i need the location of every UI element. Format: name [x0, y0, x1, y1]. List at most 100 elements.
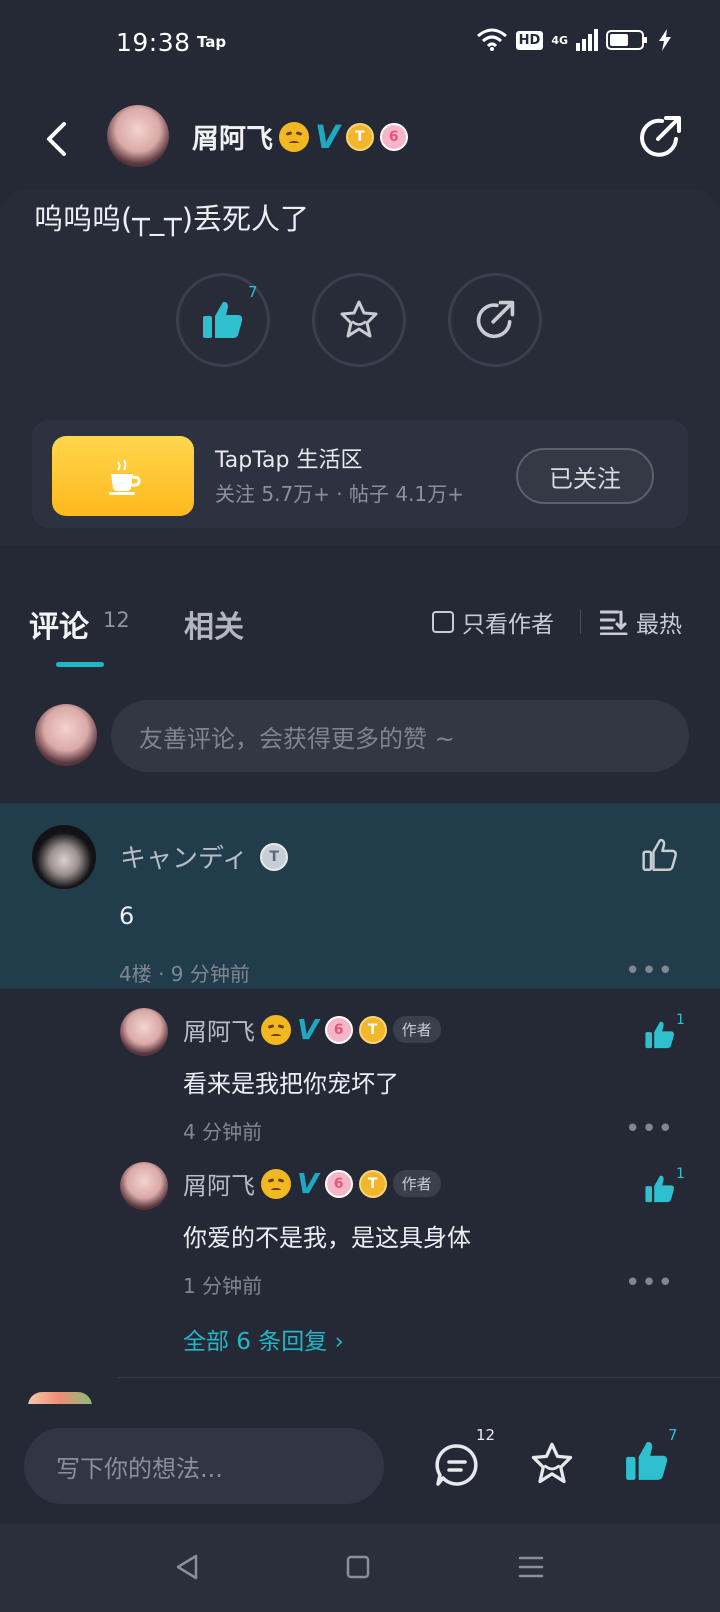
reply-like-button[interactable] — [644, 1174, 678, 1208]
post-header: 屑阿飞 V T 6 — [0, 95, 720, 185]
reply-text: 你爱的不是我，是这具身体 — [183, 1224, 471, 1252]
author-tag: 作者 — [392, 1016, 441, 1043]
star-icon — [531, 1442, 573, 1484]
sort-button[interactable]: 最热 — [600, 605, 682, 639]
level-six-badge: 6 — [324, 1015, 353, 1044]
author-only-toggle[interactable]: 只看作者 — [432, 605, 554, 639]
reply-text: 看来是我把你宠坏了 — [183, 1070, 399, 1098]
comment-text: 6 — [119, 902, 135, 930]
reply-user-name[interactable]: 屑阿飞 — [183, 1012, 255, 1047]
comment-meta: 4楼 · 9 分钟前 — [119, 962, 250, 986]
author-name-row: 屑阿飞 V T 6 — [192, 117, 408, 156]
commenter-avatar[interactable] — [32, 825, 96, 889]
divider — [118, 1377, 720, 1378]
reply-meta: 1 分钟前 — [183, 1274, 263, 1298]
checkbox-icon[interactable] — [432, 611, 454, 633]
persevering-face-icon — [279, 121, 309, 152]
charging-icon — [659, 29, 671, 51]
reply-item[interactable]: 屑阿飞 V 6 T 作者 看来是我把你宠坏了 4 分钟前 1 ••• — [0, 1008, 720, 1144]
reply-avatar[interactable] — [120, 1008, 168, 1056]
comment-icon — [435, 1444, 478, 1486]
post-detail-screen: 19:38 Tap HD 4G 屑阿飞 V T 6 呜呜呜(┬_┬)丢死人了 7… — [0, 0, 720, 1612]
comments-count: 12 — [103, 608, 130, 632]
back-button[interactable] — [36, 115, 76, 163]
forum-card[interactable]: TapTap 生活区 关注 5.7万+ · 帖子 4.1万+ 已关注 — [32, 420, 688, 528]
commenter-name[interactable]: キャンディ — [120, 838, 248, 875]
tab-related[interactable]: 相关 — [184, 602, 244, 646]
comment-tabs: 评论 12 相关 只看作者 最热 — [0, 590, 720, 670]
forum-stats: 关注 5.7万+ · 帖子 4.1万+ — [215, 482, 464, 506]
sort-label: 最热 — [636, 612, 682, 638]
favorite-button[interactable] — [528, 1440, 576, 1488]
reply-more-button[interactable]: ••• — [625, 1270, 674, 1296]
reply-like-count: 1 — [676, 1012, 685, 1028]
comment-like-button[interactable] — [642, 838, 682, 878]
share-icon — [640, 116, 681, 157]
share-button[interactable] — [636, 113, 684, 161]
commenter-name-row: キャンディ T — [120, 838, 289, 875]
wifi-icon — [476, 28, 507, 51]
nav-back-button[interactable] — [172, 1552, 206, 1586]
coffee-cup-icon — [52, 436, 194, 516]
thumbs-up-icon — [645, 1175, 674, 1203]
forum-title: TapTap 生活区 — [215, 448, 363, 473]
status-time: 19:38 — [116, 28, 191, 57]
divider — [580, 610, 581, 634]
tap-level-badge: T — [358, 1015, 387, 1044]
reply-like-button[interactable] — [644, 1020, 678, 1054]
persevering-face-icon — [261, 1168, 291, 1199]
reply-like-count: 1 — [676, 1166, 685, 1182]
author-avatar[interactable] — [107, 105, 169, 167]
favorite-button[interactable] — [312, 273, 406, 367]
nav-menu-button[interactable] — [516, 1552, 550, 1586]
status-carrier: Tap — [197, 33, 227, 51]
reply-name-row: 屑阿飞 V 6 T 作者 — [183, 1166, 441, 1201]
comments-button[interactable] — [434, 1442, 480, 1488]
thumbs-up-icon — [626, 1442, 668, 1480]
tap-level-badge: T — [358, 1169, 387, 1198]
reply-avatar[interactable] — [120, 1162, 168, 1210]
reply-meta: 4 分钟前 — [183, 1120, 263, 1144]
thumbs-up-icon — [645, 1021, 674, 1049]
triangle-back-icon — [176, 1554, 198, 1580]
like-button[interactable] — [624, 1440, 672, 1488]
bottom-action-bar: 写下你的想法... 12 7 — [0, 1404, 720, 1524]
status-icons: HD 4G — [476, 28, 672, 52]
verified-badge: V — [297, 1166, 319, 1200]
comment-count: 12 — [476, 1426, 496, 1444]
signal-icon — [576, 29, 598, 51]
comment-input[interactable]: 友善评论，会获得更多的赞 ~ — [111, 700, 689, 772]
share-icon — [476, 300, 515, 339]
comment-more-button[interactable]: ••• — [625, 958, 674, 984]
level-six-badge: 6 — [324, 1169, 353, 1198]
battery-icon — [606, 30, 647, 50]
star-icon — [340, 300, 378, 338]
tap-level-badge: T — [345, 122, 374, 151]
reply-user-name[interactable]: 屑阿飞 — [183, 1166, 255, 1201]
highlighted-comment[interactable] — [0, 803, 720, 989]
network-label: 4G — [551, 33, 568, 47]
author-name[interactable]: 屑阿飞 — [192, 117, 273, 156]
follow-button[interactable]: 已关注 — [516, 448, 654, 504]
thumbs-up-icon — [203, 301, 243, 338]
tab-comments[interactable]: 评论 — [29, 602, 89, 646]
square-home-icon — [346, 1555, 370, 1579]
reply-name-row: 屑阿飞 V 6 T 作者 — [183, 1012, 441, 1047]
post-like-count: 7 — [248, 283, 258, 301]
chevron-left-icon — [47, 122, 66, 156]
reply-item[interactable]: 屑阿飞 V 6 T 作者 你爱的不是我，是这具身体 1 分钟前 1 ••• — [0, 1162, 720, 1298]
thumbs-up-outline-icon — [642, 838, 677, 871]
tab-indicator — [56, 662, 104, 667]
write-comment-input[interactable]: 写下你的想法... — [24, 1428, 384, 1504]
post-text: 呜呜呜(┬_┬)丢死人了 — [34, 202, 310, 236]
verified-badge: V — [315, 117, 340, 156]
author-only-label: 只看作者 — [462, 612, 554, 638]
all-replies-link[interactable]: 全部 6 条回复 › — [183, 1322, 344, 1356]
reply-more-button[interactable]: ••• — [625, 1116, 674, 1142]
my-avatar — [35, 704, 97, 766]
hd-icon: HD — [515, 30, 544, 50]
post-share-button[interactable] — [448, 273, 542, 367]
tap-level-badge: T — [260, 842, 289, 871]
nav-home-button[interactable] — [343, 1552, 377, 1586]
menu-lines-icon — [518, 1556, 544, 1578]
